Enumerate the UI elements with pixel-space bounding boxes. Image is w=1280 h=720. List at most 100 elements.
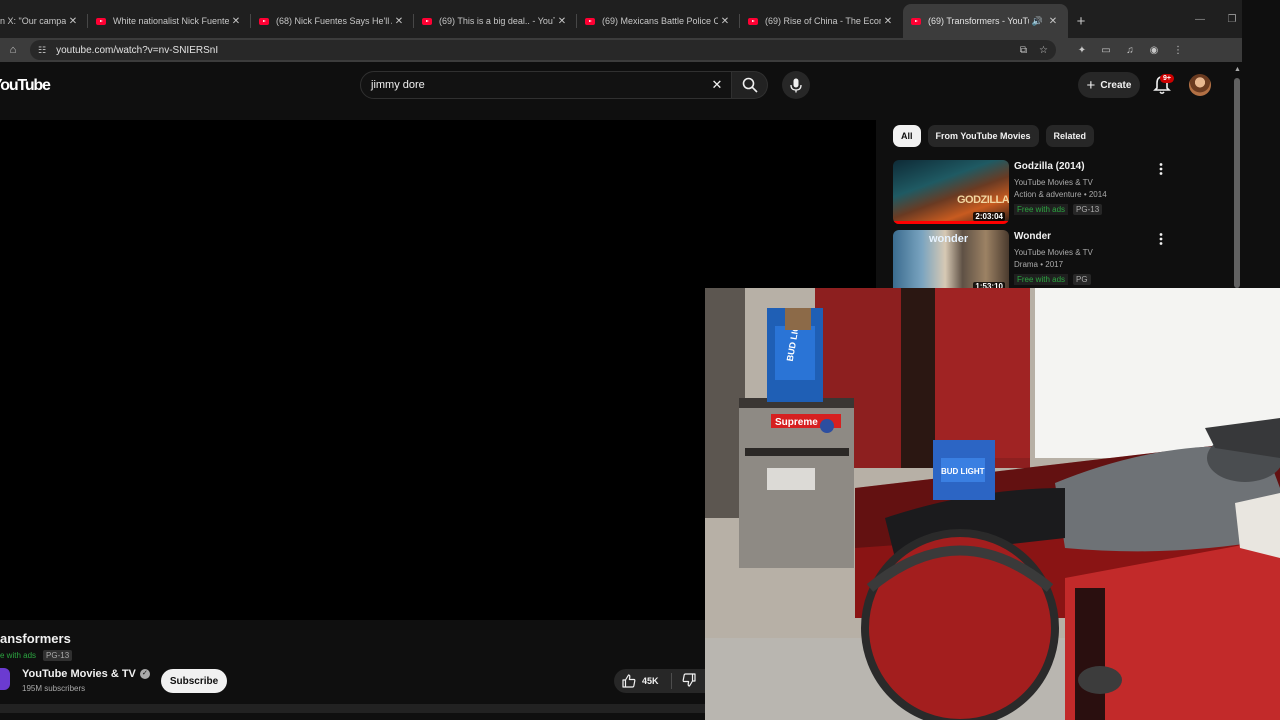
close-icon[interactable]: ✕ bbox=[229, 16, 243, 27]
round-red-chair bbox=[861, 529, 1059, 720]
close-icon[interactable]: ✕ bbox=[718, 16, 732, 27]
screen: n X: "Our campaig ✕ White nationalist Ni… bbox=[0, 0, 1280, 720]
youtube-favicon-icon bbox=[259, 17, 269, 25]
subscriber-count: 195M subscribers bbox=[22, 684, 86, 693]
url-text: youtube.com/watch?v=nv-SNIERSnI bbox=[56, 44, 219, 56]
browser-tab[interactable]: (69) Mexicans Battle Police Out ✕ bbox=[577, 4, 740, 38]
rec-meta: Action & adventure • 2014 bbox=[1014, 190, 1107, 199]
speaker-icon[interactable]: 🔊 bbox=[1032, 16, 1043, 27]
close-icon[interactable]: ✕ bbox=[1046, 16, 1060, 27]
thumbnail-text: wonder bbox=[929, 233, 969, 245]
red-curtain-right bbox=[935, 288, 1030, 458]
scrollbar-thumb[interactable] bbox=[1234, 78, 1240, 288]
chip-all[interactable]: All bbox=[893, 125, 921, 147]
rec-channel: YouTube Movies & TV bbox=[1014, 248, 1093, 257]
recommended-video[interactable]: GODZILLA 2:03:04 Godzilla (2014) YouTube… bbox=[893, 160, 1233, 224]
pillow-white bbox=[1235, 493, 1280, 558]
like-divider bbox=[670, 673, 672, 689]
microphone-icon bbox=[790, 78, 802, 92]
thumbnail-text: GODZILLA bbox=[957, 194, 1009, 206]
like-button[interactable]: 45K bbox=[622, 674, 659, 688]
browser-tab[interactable]: (69) This is a big deal.. - YouTu ✕ bbox=[414, 4, 577, 38]
page-scrollbar[interactable]: ▲ bbox=[1233, 66, 1241, 290]
subscribe-button[interactable]: Subscribe bbox=[161, 669, 227, 693]
notification-badge: 9+ bbox=[1160, 74, 1174, 83]
close-icon[interactable]: ✕ bbox=[555, 16, 569, 27]
install-app-icon[interactable]: ⧉ bbox=[1020, 45, 1027, 56]
channel-name-text: YouTube Movies & TV bbox=[22, 668, 136, 680]
rec-title[interactable]: Godzilla (2014) bbox=[1014, 161, 1085, 172]
like-count: 45K bbox=[642, 676, 659, 686]
rec-channel: YouTube Movies & TV bbox=[1014, 178, 1093, 187]
bag-on-box bbox=[785, 308, 811, 330]
address-bar[interactable]: ☷ youtube.com/watch?v=nv-SNIERSnI ⧉ ☆ bbox=[30, 40, 1056, 60]
box-text-2: BUD LIGHT bbox=[941, 467, 985, 476]
rec-meta: Drama • 2017 bbox=[1014, 260, 1064, 269]
browser-menu-icon[interactable]: ⋮ bbox=[1166, 45, 1190, 56]
close-icon[interactable]: ✕ bbox=[66, 16, 80, 27]
dislike-button[interactable] bbox=[682, 673, 696, 689]
tab-strip: n X: "Our campaig ✕ White nationalist Ni… bbox=[0, 0, 1242, 38]
bookmark-star-icon[interactable]: ☆ bbox=[1039, 45, 1048, 56]
search-button[interactable] bbox=[732, 71, 768, 99]
create-button[interactable]: + Create bbox=[1078, 72, 1140, 98]
home-icon[interactable]: ⌂ bbox=[0, 44, 26, 56]
youtube-logo[interactable]: YouTube bbox=[0, 77, 51, 95]
free-with-ads-label: e with ads bbox=[0, 651, 37, 660]
verified-check-icon: ✓ bbox=[139, 669, 150, 679]
youtube-favicon-icon bbox=[748, 17, 758, 25]
new-tab-button[interactable]: + bbox=[1068, 4, 1094, 38]
browser-tab[interactable]: n X: "Our campaig ✕ bbox=[0, 4, 88, 38]
crocs-shoe bbox=[1078, 666, 1122, 694]
rating-badge: PG-13 bbox=[43, 650, 73, 661]
minimize-icon[interactable]: — bbox=[1184, 0, 1216, 38]
rating-badge: PG bbox=[1073, 274, 1091, 285]
video-thumbnail[interactable]: GODZILLA 2:03:04 bbox=[893, 160, 1009, 224]
extensions-icon[interactable]: ✦ bbox=[1070, 45, 1094, 56]
browser-tab-active[interactable]: (69) Transformers - YouTub 🔊 ✕ bbox=[903, 4, 1068, 38]
plus-icon: + bbox=[1086, 76, 1096, 94]
tab-title: (69) This is a big deal.. - YouTu bbox=[439, 16, 555, 26]
rec-tags: Free with ads PG bbox=[1014, 274, 1091, 285]
browser-tab[interactable]: White nationalist Nick Fuentes ✕ bbox=[88, 4, 251, 38]
duration-badge: 2:03:04 bbox=[973, 212, 1005, 221]
webcam-scene: Supreme BUD LIGHT BUD LIGHT bbox=[705, 288, 1280, 720]
free-with-ads-label: Free with ads bbox=[1014, 204, 1069, 215]
close-icon[interactable]: ✕ bbox=[881, 16, 895, 27]
cast-icon[interactable]: ▭ bbox=[1094, 45, 1118, 56]
rec-title[interactable]: Wonder bbox=[1014, 231, 1051, 242]
more-options-icon[interactable] bbox=[1156, 232, 1166, 246]
channel-avatar[interactable] bbox=[0, 668, 10, 690]
rating-badge: PG-13 bbox=[1073, 204, 1103, 215]
profile-icon[interactable]: ◉ bbox=[1142, 45, 1166, 56]
recommended-video[interactable]: wonder 1:53:10 Wonder YouTube Movies & T… bbox=[893, 230, 1233, 294]
browser-toolbar: ⌂ ☷ youtube.com/watch?v=nv-SNIERSnI ⧉ ☆ … bbox=[0, 38, 1242, 62]
tab-title: (69) Mexicans Battle Police Out bbox=[602, 16, 718, 26]
scroll-up-icon[interactable]: ▲ bbox=[1234, 66, 1241, 73]
chip-related[interactable]: Related bbox=[1045, 125, 1095, 147]
webcam-overlay[interactable]: Supreme BUD LIGHT BUD LIGHT bbox=[705, 288, 1280, 720]
site-info-icon[interactable]: ☷ bbox=[38, 45, 46, 56]
media-controls-icon[interactable]: ♫ bbox=[1118, 45, 1142, 56]
channel-name[interactable]: YouTube Movies & TV ✓ bbox=[22, 668, 150, 680]
browser-tab[interactable]: (69) Rise of China - The Econo ✕ bbox=[740, 4, 903, 38]
clear-search-icon[interactable]: ✕ bbox=[703, 77, 731, 93]
rec-tags: Free with ads PG-13 bbox=[1014, 204, 1103, 215]
thumbs-up-icon bbox=[622, 674, 636, 688]
more-options-icon[interactable] bbox=[1156, 162, 1166, 176]
page-margin bbox=[1242, 0, 1280, 290]
free-with-ads-label: Free with ads bbox=[1014, 274, 1069, 285]
tab-title: (69) Rise of China - The Econo bbox=[765, 16, 881, 26]
voice-search-button[interactable] bbox=[782, 71, 810, 99]
fridge-sticker bbox=[767, 468, 815, 490]
youtube-favicon-icon bbox=[96, 17, 106, 25]
chip-from-youtube-movies[interactable]: From YouTube Movies bbox=[927, 125, 1039, 147]
close-icon[interactable]: ✕ bbox=[392, 16, 406, 27]
search-box[interactable]: jimmy dore ✕ bbox=[360, 71, 732, 99]
youtube-favicon-icon bbox=[911, 17, 921, 25]
search-input[interactable]: jimmy dore bbox=[371, 79, 703, 91]
browser-tab[interactable]: (68) Nick Fuentes Says He'll Ally ✕ bbox=[251, 4, 414, 38]
youtube-favicon-icon bbox=[422, 17, 432, 25]
account-avatar[interactable] bbox=[1189, 74, 1211, 96]
video-thumbnail[interactable]: wonder 1:53:10 bbox=[893, 230, 1009, 294]
